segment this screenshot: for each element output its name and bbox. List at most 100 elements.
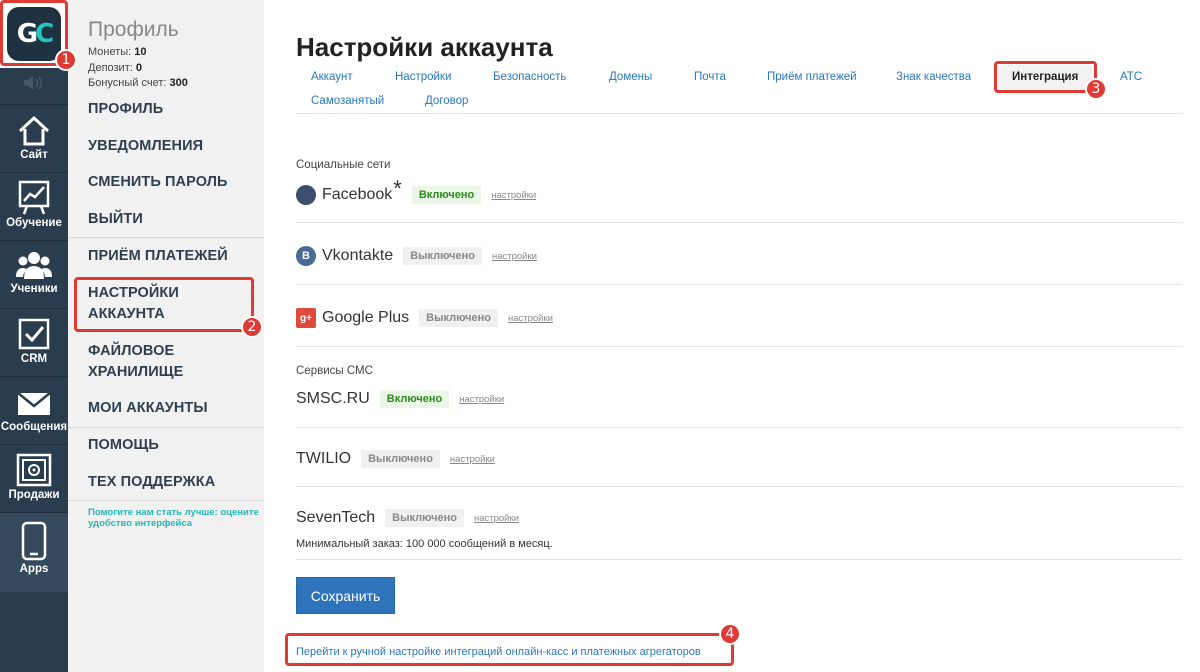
menu-file-storage[interactable]: Файловое хранилище	[88, 341, 218, 383]
marker-4: 4	[719, 623, 741, 645]
marker-3: 3	[1085, 78, 1107, 100]
rail-apps-label: Apps	[19, 563, 49, 575]
row-divider	[296, 222, 1182, 223]
row-divider	[296, 346, 1182, 347]
rail-students[interactable]: Ученики	[0, 240, 68, 308]
menu-support[interactable]: Тех поддержка	[88, 472, 215, 493]
rail-site[interactable]: Сайт	[0, 104, 68, 172]
settings-link[interactable]: настройки	[492, 251, 537, 262]
phone-icon	[21, 521, 47, 561]
vk-icon: B	[296, 246, 316, 266]
chart-board-icon	[18, 180, 50, 215]
tabs-divider	[296, 113, 1182, 114]
menu-change-password[interactable]: Сменить пароль	[88, 172, 228, 193]
profile-sidebar: Профиль Монеты: 10 Депозит: 0 Бонусный с…	[68, 0, 264, 672]
service-smsc: SMSC.RU Включено настройки	[296, 390, 504, 408]
row-divider	[296, 559, 1182, 560]
row-divider	[296, 486, 1182, 487]
menu-logout[interactable]: Выйти	[88, 209, 143, 230]
section-social: Социальные сети	[296, 159, 391, 171]
settings-link[interactable]: настройки	[491, 190, 536, 201]
marker-2: 2	[241, 316, 263, 338]
service-twilio: TWILIO Выключено настройки	[296, 450, 495, 468]
feedback-link[interactable]: Помогите нам стать лучше: оцените удобст…	[88, 507, 260, 529]
tab-contract[interactable]: Договор	[425, 95, 468, 107]
profile-title: Профиль	[88, 18, 179, 41]
tab-integration[interactable]: Интеграция	[998, 65, 1093, 89]
logo-badge: GC	[7, 7, 61, 61]
save-button[interactable]: Сохранить	[296, 577, 395, 614]
envelope-icon	[17, 392, 51, 415]
tab-payments[interactable]: Приём платежей	[767, 71, 857, 83]
required-star: *	[393, 176, 402, 201]
menu-help[interactable]: Помощь	[88, 435, 159, 456]
status-badge: Выключено	[361, 450, 440, 468]
rail-students-label: Ученики	[10, 283, 58, 295]
page-title: Настройки аккаунта	[296, 32, 553, 62]
status-badge: Выключено	[419, 309, 498, 327]
service-vkontakte: B Vkontakte Выключено настройки	[296, 246, 537, 266]
menu-notifications[interactable]: Уведомления	[88, 136, 203, 157]
status-badge: Включено	[379, 390, 450, 408]
menu-profile[interactable]: Профиль	[88, 99, 163, 120]
rail-apps[interactable]: Apps	[0, 512, 68, 592]
tab-settings[interactable]: Настройки	[395, 71, 451, 83]
home-icon	[18, 115, 50, 146]
status-badge: Выключено	[385, 509, 464, 527]
service-name: SMSC.RU	[296, 390, 370, 407]
logo-letter-c: C	[35, 19, 54, 49]
rail-sales-label: Продажи	[8, 489, 60, 501]
safe-icon	[16, 453, 52, 487]
rail-messages[interactable]: Сообщения	[0, 376, 68, 444]
profile-stats: Монеты: 10 Депозит: 0 Бонусный счет: 300	[88, 45, 188, 92]
menu-divider	[68, 237, 264, 238]
row-divider	[296, 427, 1182, 428]
row-divider	[296, 284, 1182, 285]
seventech-note: Минимальный заказ: 100 000 сообщений в м…	[296, 538, 553, 550]
settings-link[interactable]: настройки	[508, 313, 553, 324]
deposit-label: Депозит:	[88, 61, 133, 74]
tab-pbx[interactable]: АТС	[1120, 71, 1142, 83]
rail-crm-label: CRM	[20, 353, 48, 365]
google-plus-icon: g+	[296, 308, 316, 328]
tab-self-employed[interactable]: Самозанятый	[311, 95, 384, 107]
tab-account[interactable]: Аккаунт	[311, 71, 353, 83]
bonus-value: 300	[169, 77, 188, 89]
settings-link[interactable]: настройки	[459, 394, 504, 405]
marker-1: 1	[55, 49, 77, 71]
service-name: Vkontakte	[322, 247, 394, 264]
rail-messages-label: Сообщения	[0, 421, 68, 433]
rail-crm[interactable]: CRM	[0, 308, 68, 376]
rail-learning-label: Обучение	[6, 217, 62, 229]
rail-learning[interactable]: Обучение	[0, 172, 68, 240]
rail-sales[interactable]: Продажи	[0, 444, 68, 512]
sound-icon[interactable]	[22, 76, 46, 90]
menu-account-settings[interactable]: Настройки аккаунта	[88, 283, 218, 325]
icon-rail: GC Сайт Обучение Ученики CRM Сообщения П…	[0, 0, 68, 672]
settings-link[interactable]: настройки	[474, 513, 519, 524]
menu-payments[interactable]: Приём платежей	[88, 246, 228, 267]
section-sms: Сервисы СМС	[296, 365, 373, 377]
service-seventech: SevenTech Выключено настройки	[296, 509, 519, 527]
service-name: SevenTech	[296, 509, 376, 526]
menu-divider	[68, 500, 264, 501]
menu-divider	[68, 427, 264, 428]
settings-link[interactable]: настройки	[450, 454, 495, 465]
app: GC Сайт Обучение Ученики CRM Сообщения П…	[0, 0, 1200, 672]
logo-letter-g: G	[16, 19, 38, 49]
service-google-plus: g+ Google Plus Выключено настройки	[296, 308, 553, 328]
rail-site-label: Сайт	[20, 149, 48, 161]
service-name: Google Plus	[322, 309, 410, 326]
status-badge: Включено	[411, 186, 482, 204]
menu-my-accounts[interactable]: Мои аккаунты	[88, 398, 208, 419]
tab-quality-mark[interactable]: Знак качества	[896, 71, 971, 83]
service-facebook: Facebook * Включено настройки	[296, 176, 536, 208]
manual-integration-link[interactable]: Перейти к ручной настройке интеграций он…	[296, 646, 701, 658]
checkbox-icon	[18, 318, 50, 350]
coins-value: 10	[134, 46, 147, 58]
bonus-label: Бонусный счет:	[88, 77, 167, 89]
tab-mail[interactable]: Почта	[694, 71, 726, 83]
deposit-value: 0	[135, 61, 142, 74]
tab-security[interactable]: Безопасность	[493, 71, 566, 83]
tab-domains[interactable]: Домены	[609, 71, 652, 83]
